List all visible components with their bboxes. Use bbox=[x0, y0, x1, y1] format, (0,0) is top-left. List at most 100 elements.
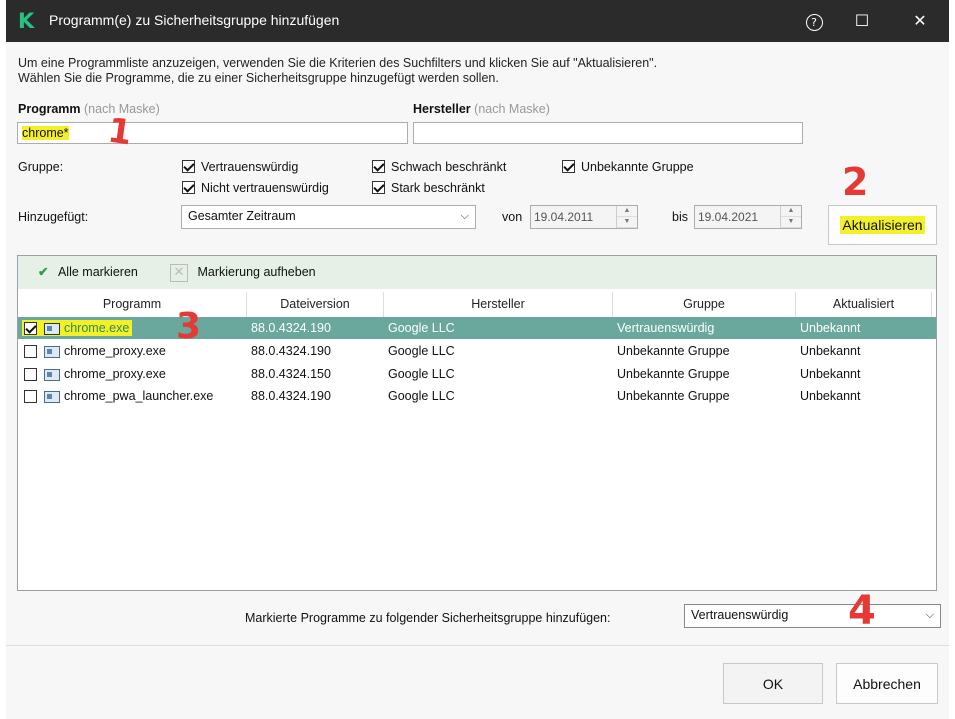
program-name: chrome_proxy.exe bbox=[63, 367, 166, 381]
from-date-value: 19.04.2011 bbox=[534, 210, 594, 224]
table-row[interactable]: chrome_proxy.exe 88.0.4324.190 Google LL… bbox=[18, 340, 936, 362]
group-trusted-checkbox[interactable]: Vertrauenswürdig bbox=[182, 159, 298, 174]
column-program[interactable]: Programm bbox=[18, 292, 247, 317]
updated-cell: Unbekannt bbox=[800, 367, 861, 381]
program-name: chrome_pwa_launcher.exe bbox=[63, 389, 214, 403]
row-checkbox[interactable] bbox=[24, 390, 37, 404]
vendor-cell: Google LLC bbox=[388, 389, 455, 403]
window-title: Programm(e) zu Sicherheitsgruppe hinzufü… bbox=[49, 12, 340, 28]
intro-line-1: Um eine Programmliste anzuzeigen, verwen… bbox=[18, 56, 658, 70]
version-cell: 88.0.4324.190 bbox=[251, 344, 331, 358]
checkbox-icon bbox=[372, 160, 385, 174]
from-date-field[interactable]: 19.04.2011 ▲ ▼ bbox=[530, 205, 638, 229]
group-unknown-checkbox[interactable]: Unbekannte Gruppe bbox=[562, 159, 694, 174]
column-version[interactable]: Dateiversion bbox=[247, 292, 384, 317]
annotation-4: 4 bbox=[848, 588, 876, 634]
program-cell: chrome_proxy.exe bbox=[24, 340, 166, 362]
row-checkbox[interactable] bbox=[24, 345, 37, 359]
clear-icon: ✕ bbox=[170, 264, 188, 282]
title-bar: K Programm(e) zu Sicherheitsgruppe hinzu… bbox=[6, 0, 949, 42]
updated-cell: Unbekannt bbox=[800, 389, 861, 403]
vendor-hint: (nach Maske) bbox=[474, 102, 550, 116]
group-cell: Unbekannte Gruppe bbox=[617, 389, 730, 403]
row-checkbox[interactable] bbox=[24, 368, 37, 382]
checkbox-icon bbox=[562, 160, 575, 174]
checkbox-icon bbox=[372, 181, 385, 195]
vendor-label: Hersteller (nach Maske) bbox=[413, 102, 550, 116]
table-row[interactable]: chrome_pwa_launcher.exe 88.0.4324.190 Go… bbox=[18, 385, 936, 407]
table-row[interactable]: chrome_proxy.exe 88.0.4324.150 Google LL… bbox=[18, 363, 936, 385]
program-input-value: chrome* bbox=[22, 126, 69, 140]
maximize-icon: ☐ bbox=[854, 11, 870, 30]
program-name: chrome_proxy.exe bbox=[63, 344, 166, 358]
version-cell: 88.0.4324.150 bbox=[251, 367, 331, 381]
version-cell: 88.0.4324.190 bbox=[251, 389, 331, 403]
column-group[interactable]: Gruppe bbox=[613, 292, 796, 317]
clear-selection-button[interactable]: ✕ Markierung aufheben bbox=[170, 264, 316, 282]
help-button[interactable]: ? bbox=[794, 6, 834, 36]
background-window-right bbox=[948, 0, 955, 719]
close-button[interactable]: ✕ bbox=[900, 6, 940, 36]
to-label: bis bbox=[672, 210, 688, 224]
chevron-down-icon: ⌵ bbox=[460, 210, 469, 222]
target-group-select[interactable]: Vertrauenswürdig ⌵ bbox=[684, 604, 941, 628]
annotation-3: 3 bbox=[176, 306, 202, 347]
kaspersky-logo-icon: K bbox=[18, 9, 35, 33]
program-name: chrome.exe bbox=[63, 321, 130, 335]
table-row[interactable]: chrome.exe 88.0.4324.190 Google LLC Vert… bbox=[18, 317, 936, 339]
updated-cell: Unbekannt bbox=[800, 321, 861, 335]
checkbox-label: Nicht vertrauenswürdig bbox=[201, 180, 329, 195]
cancel-button[interactable]: Abbrechen bbox=[836, 663, 938, 704]
group-untrusted-checkbox[interactable]: Nicht vertrauenswürdig bbox=[182, 180, 329, 195]
help-icon: ? bbox=[805, 14, 823, 31]
app-icon bbox=[44, 368, 61, 381]
checkbox-icon bbox=[182, 160, 195, 174]
group-cell: Vertrauenswürdig bbox=[617, 321, 715, 335]
ok-button[interactable]: OK bbox=[723, 663, 823, 704]
app-icon bbox=[44, 345, 61, 358]
program-cell: chrome_pwa_launcher.exe bbox=[24, 385, 213, 407]
vendor-input[interactable] bbox=[413, 122, 803, 144]
select-all-label: Alle markieren bbox=[57, 265, 138, 279]
checkbox-label: Vertrauenswürdig bbox=[201, 159, 299, 174]
app-icon bbox=[44, 390, 61, 403]
refresh-button-label: Aktualisieren bbox=[840, 216, 925, 234]
annotation-2: 2 bbox=[842, 160, 869, 204]
target-group-value: Vertrauenswürdig bbox=[691, 608, 789, 622]
group-weak-restricted-checkbox[interactable]: Schwach beschränkt bbox=[372, 159, 506, 174]
group-strong-restricted-checkbox[interactable]: Stark beschränkt bbox=[372, 180, 485, 195]
group-cell: Unbekannte Gruppe bbox=[617, 367, 730, 381]
select-all-button[interactable]: ✔ Alle markieren bbox=[38, 264, 138, 279]
to-date-field[interactable]: 19.04.2021 ▲ ▼ bbox=[694, 205, 802, 229]
target-group-label: Markierte Programme zu folgender Sicherh… bbox=[245, 611, 611, 625]
checkbox-label: Schwach beschränkt bbox=[391, 159, 507, 174]
refresh-button[interactable]: Aktualisieren bbox=[828, 205, 937, 245]
maximize-button[interactable]: ☐ bbox=[842, 6, 882, 36]
version-cell: 88.0.4324.190 bbox=[251, 321, 331, 335]
app-icon bbox=[44, 322, 61, 335]
group-label: Gruppe: bbox=[18, 160, 64, 174]
clear-selection-label: Markierung aufheben bbox=[197, 265, 316, 280]
from-label: von bbox=[502, 210, 523, 224]
program-label: Programm (nach Maske) bbox=[18, 102, 160, 116]
checkbox-label: Stark beschränkt bbox=[391, 180, 485, 195]
chevron-down-icon: ⌵ bbox=[925, 609, 934, 621]
column-vendor[interactable]: Hersteller bbox=[384, 292, 613, 317]
vendor-cell: Google LLC bbox=[388, 321, 455, 335]
row-checkbox[interactable] bbox=[24, 322, 37, 336]
table-header: Programm Dateiversion Hersteller Gruppe … bbox=[18, 292, 936, 318]
intro-line-2: Wählen Sie die Programme, die zu einer S… bbox=[18, 71, 499, 85]
period-select[interactable]: Gesamter Zeitraum ⌵ bbox=[181, 205, 476, 229]
program-cell: chrome.exe bbox=[22, 317, 133, 339]
added-label: Hinzugefügt: bbox=[18, 210, 89, 224]
program-label-text: Programm bbox=[18, 102, 81, 116]
checkbox-label: Unbekannte Gruppe bbox=[581, 159, 694, 174]
program-input[interactable]: chrome* bbox=[17, 122, 408, 144]
from-date-spinner[interactable]: ▲ ▼ bbox=[616, 206, 637, 228]
column-updated[interactable]: Aktualisiert bbox=[796, 292, 932, 317]
results-toolbar: ✔ Alle markieren ✕ Markierung aufheben bbox=[18, 256, 936, 289]
program-cell: chrome_proxy.exe bbox=[24, 363, 166, 385]
check-icon: ✔ bbox=[38, 265, 49, 279]
to-date-spinner[interactable]: ▲ ▼ bbox=[780, 206, 801, 228]
to-date-value: 19.04.2021 bbox=[698, 210, 759, 224]
